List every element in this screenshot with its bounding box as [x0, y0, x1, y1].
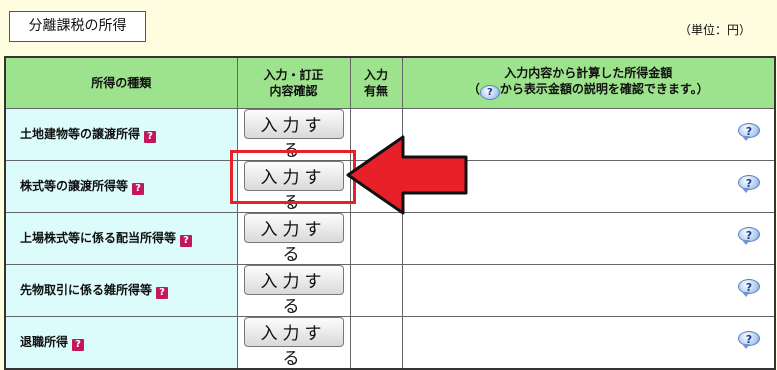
header-calculated-amount: 入力内容から計算した所得金額 （? から表示金額の説明を確認できます。）: [401, 56, 776, 109]
input-button[interactable]: 入力する: [243, 212, 344, 265]
left-arrow-annotation: [346, 135, 468, 215]
input-status-cell: [349, 315, 403, 369]
income-kind-label: 株式等の譲渡所得等: [20, 179, 129, 193]
table-header-row: 所得の種類 入力・訂正 内容確認 入力 有無 入力内容から計算した所得金額 （? から…: [4, 56, 776, 109]
calculated-amount-cell: ?: [401, 211, 776, 265]
help-icon[interactable]: ?: [132, 183, 145, 195]
help-icon[interactable]: ?: [144, 131, 157, 143]
help-bubble-icon[interactable]: ?: [738, 279, 762, 297]
input-button[interactable]: 入力する: [243, 160, 344, 213]
entry-button-cell: 入力する: [236, 107, 351, 161]
entry-button-cell: 入力する: [236, 315, 351, 369]
header-entry-confirm: 入力・訂正 内容確認: [236, 56, 351, 109]
entry-button-cell: 入力する: [236, 159, 351, 213]
section-title: 分離課税の所得: [9, 11, 146, 42]
header-input-status: 入力 有無: [349, 56, 403, 109]
income-kind-label: 退職所得: [20, 335, 69, 349]
income-kind-cell: 先物取引に係る雑所得等?: [4, 263, 238, 317]
help-icon[interactable]: ?: [156, 287, 169, 299]
income-kind-cell: 退職所得?: [4, 315, 238, 369]
help-bubble-icon[interactable]: ?: [738, 331, 762, 349]
calculated-amount-cell: ?: [401, 315, 776, 369]
income-kind-label: 先物取引に係る雑所得等: [20, 283, 153, 297]
calculated-amount-cell: ?: [401, 263, 776, 317]
header-income-kind: 所得の種類: [4, 56, 238, 109]
income-kind-label: 上場株式等に係る配当所得等: [20, 231, 177, 245]
input-status-cell: [349, 211, 403, 265]
income-kind-cell: 株式等の譲渡所得等?: [4, 159, 238, 213]
entry-button-cell: 入力する: [236, 211, 351, 265]
input-button[interactable]: 入力する: [243, 316, 344, 369]
input-status-cell: [349, 263, 403, 317]
table-row: 先物取引に係る雑所得等? 入力する?: [4, 263, 776, 317]
unit-label: （単位：円）: [678, 23, 751, 37]
help-icon[interactable]: ?: [72, 339, 85, 351]
table-row: 退職所得? 入力する?: [4, 315, 776, 369]
income-kind-cell: 土地建物等の譲渡所得?: [4, 107, 238, 161]
help-bubble-icon[interactable]: ?: [738, 227, 762, 245]
help-bubble-icon[interactable]: ?: [738, 123, 762, 141]
income-kind-cell: 上場株式等に係る配当所得等?: [4, 211, 238, 265]
input-button[interactable]: 入力する: [243, 264, 344, 317]
help-bubble-icon: ?: [479, 85, 500, 101]
help-icon[interactable]: ?: [180, 235, 193, 247]
input-button[interactable]: 入力する: [243, 108, 344, 161]
entry-button-cell: 入力する: [236, 263, 351, 317]
table-row: 上場株式等に係る配当所得等? 入力する?: [4, 211, 776, 265]
income-kind-label: 土地建物等の譲渡所得: [20, 127, 141, 141]
help-bubble-icon[interactable]: ?: [738, 175, 762, 193]
